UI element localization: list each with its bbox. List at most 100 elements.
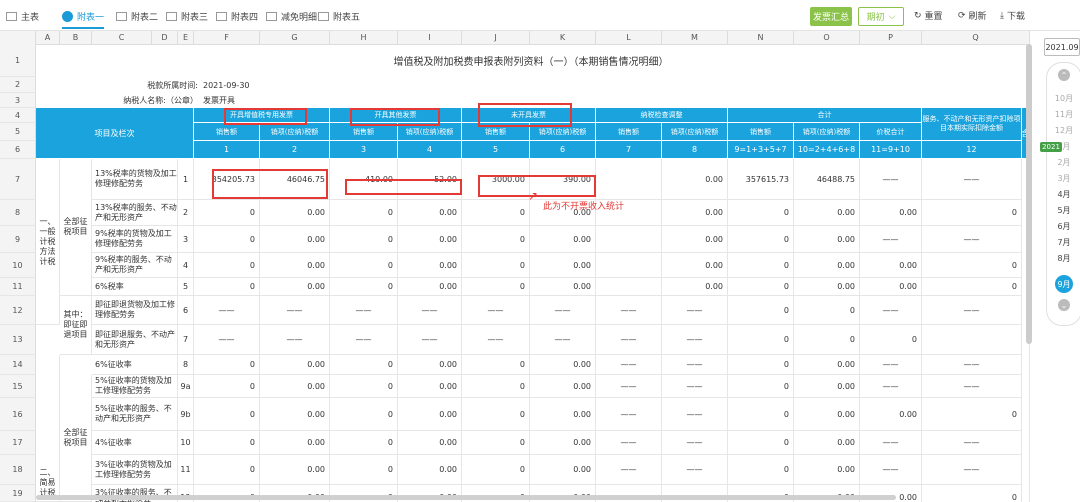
- data-cell[interactable]: 0.00: [794, 398, 860, 431]
- data-cell[interactable]: 0.00: [260, 226, 330, 253]
- data-cell[interactable]: ——: [662, 431, 728, 455]
- data-cell[interactable]: 0.00: [260, 278, 330, 296]
- data-cell[interactable]: 0: [330, 253, 398, 278]
- column-header-M[interactable]: M: [662, 31, 728, 44]
- data-cell[interactable]: [922, 325, 1022, 355]
- row-header-17[interactable]: 17: [0, 431, 36, 455]
- data-cell[interactable]: 0: [728, 200, 794, 226]
- data-cell[interactable]: 0.00: [662, 253, 728, 278]
- column-header-Q[interactable]: Q: [922, 31, 1030, 44]
- data-cell[interactable]: 0.00: [794, 200, 860, 226]
- data-cell[interactable]: [596, 159, 662, 200]
- data-cell[interactable]: ——: [662, 355, 728, 375]
- vertical-scrollbar[interactable]: [1026, 44, 1032, 344]
- column-header-N[interactable]: N: [728, 31, 794, 44]
- corner-cell[interactable]: [0, 31, 36, 44]
- data-cell[interactable]: 0: [194, 455, 260, 485]
- data-cell[interactable]: 0: [728, 253, 794, 278]
- data-cell[interactable]: 0.00: [662, 159, 728, 200]
- column-header-K[interactable]: K: [530, 31, 596, 44]
- data-cell[interactable]: 0.00: [530, 226, 596, 253]
- data-cell[interactable]: ——: [462, 325, 530, 355]
- data-cell[interactable]: 0.00: [860, 278, 922, 296]
- data-cell[interactable]: 0.00: [260, 355, 330, 375]
- data-cell[interactable]: 0: [194, 253, 260, 278]
- row-header-7[interactable]: 7: [0, 159, 36, 200]
- data-cell[interactable]: ——: [662, 296, 728, 325]
- data-cell[interactable]: ——: [860, 375, 922, 398]
- data-cell[interactable]: 0.00: [794, 355, 860, 375]
- column-header-E[interactable]: E: [178, 31, 194, 44]
- row-header-11[interactable]: 11: [0, 278, 36, 296]
- data-cell[interactable]: [596, 278, 662, 296]
- column-header-H[interactable]: H: [330, 31, 398, 44]
- tab-5[interactable]: 附表四: [216, 6, 258, 26]
- tab-6[interactable]: 减免明细: [266, 6, 317, 26]
- spreadsheet-grid[interactable]: A B C D E F G H I J K L M N O P Q 1 2 3 4 5 6 7 8 9 10 11 12 13 14 15 16…: [0, 31, 1030, 502]
- data-cell[interactable]: ——: [922, 296, 1022, 325]
- data-cell[interactable]: ——: [860, 296, 922, 325]
- data-cell[interactable]: 0.00: [794, 431, 860, 455]
- data-cell[interactable]: ——: [194, 296, 260, 325]
- row-header-3[interactable]: 3: [0, 93, 36, 108]
- data-cell[interactable]: 0: [462, 355, 530, 375]
- data-cell[interactable]: ——: [860, 431, 922, 455]
- data-cell[interactable]: ——: [530, 325, 596, 355]
- data-cell[interactable]: 0.00: [662, 278, 728, 296]
- row-header-8[interactable]: 8: [0, 200, 36, 226]
- data-cell[interactable]: 0: [330, 355, 398, 375]
- column-header-G[interactable]: G: [260, 31, 330, 44]
- data-cell[interactable]: ——: [662, 325, 728, 355]
- column-header-O[interactable]: O: [794, 31, 860, 44]
- data-cell[interactable]: 0.00: [860, 200, 922, 226]
- tab-7[interactable]: 附表五: [318, 6, 360, 26]
- data-cell[interactable]: 0: [728, 325, 794, 355]
- data-cell[interactable]: ——: [922, 431, 1022, 455]
- data-cell[interactable]: 0.00: [530, 398, 596, 431]
- refresh-button[interactable]: ⟳ 刷新: [958, 9, 987, 23]
- month-7[interactable]: 4月: [1047, 189, 1080, 200]
- data-cell[interactable]: 52.00: [398, 159, 462, 200]
- data-cell[interactable]: ——: [922, 159, 1022, 200]
- data-cell[interactable]: 357615.73: [728, 159, 794, 200]
- data-cell[interactable]: 410.00: [330, 159, 398, 200]
- column-header-J[interactable]: J: [462, 31, 530, 44]
- data-cell[interactable]: 0: [922, 200, 1022, 226]
- tab-4[interactable]: 附表三: [166, 6, 208, 26]
- column-header-L[interactable]: L: [596, 31, 662, 44]
- row-header-2[interactable]: 2: [0, 77, 36, 93]
- month-8[interactable]: 5月: [1047, 205, 1080, 216]
- year-selector[interactable]: 2021.09: [1044, 38, 1080, 56]
- data-cell[interactable]: 0.00: [398, 355, 462, 375]
- data-cell[interactable]: 0.00: [398, 455, 462, 485]
- data-cell[interactable]: [596, 226, 662, 253]
- data-cell[interactable]: 0: [728, 375, 794, 398]
- row-header-4[interactable]: 4: [0, 108, 36, 123]
- column-header-P[interactable]: P: [860, 31, 922, 44]
- data-cell[interactable]: 0.00: [794, 375, 860, 398]
- data-cell[interactable]: 0.00: [530, 253, 596, 278]
- data-cell[interactable]: ——: [330, 296, 398, 325]
- month-down-icon[interactable]: ⌄: [1058, 299, 1070, 311]
- data-cell[interactable]: 0: [462, 455, 530, 485]
- month-2[interactable]: 11月: [1047, 109, 1080, 120]
- data-cell[interactable]: 0: [462, 431, 530, 455]
- data-cell[interactable]: 0.00: [794, 455, 860, 485]
- data-cell[interactable]: ——: [662, 398, 728, 431]
- month-1[interactable]: 10月: [1047, 93, 1080, 104]
- column-header-D[interactable]: D: [152, 31, 178, 44]
- data-cell[interactable]: 0.00: [260, 431, 330, 455]
- data-cell[interactable]: ——: [860, 455, 922, 485]
- data-cell[interactable]: 0: [194, 226, 260, 253]
- data-cell[interactable]: 0: [330, 226, 398, 253]
- data-cell[interactable]: 0.00: [260, 253, 330, 278]
- data-cell[interactable]: 0: [728, 455, 794, 485]
- data-cell[interactable]: 0.00: [530, 278, 596, 296]
- data-cell[interactable]: 390.00: [530, 159, 596, 200]
- row-header-18[interactable]: 18: [0, 455, 36, 485]
- invoice-summary-button[interactable]: 发票汇总: [810, 7, 852, 26]
- column-header-I[interactable]: I: [398, 31, 462, 44]
- data-cell[interactable]: ——: [398, 325, 462, 355]
- data-cell[interactable]: 0.00: [794, 278, 860, 296]
- data-cell[interactable]: 0: [462, 226, 530, 253]
